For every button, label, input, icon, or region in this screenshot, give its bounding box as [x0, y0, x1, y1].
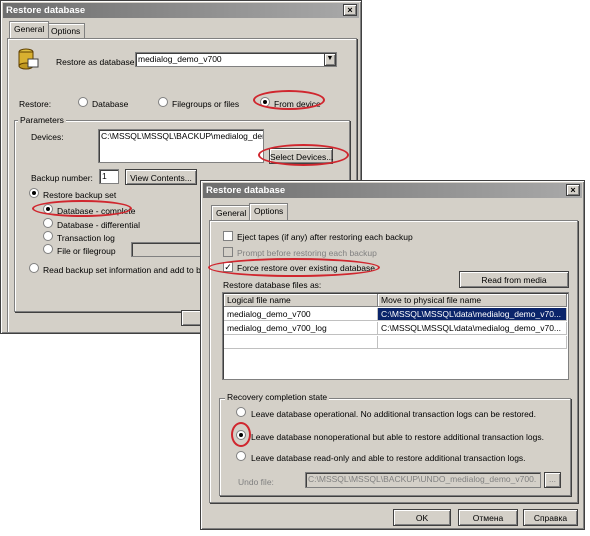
restore-filegroups-label: Filegroups or files [172, 99, 240, 109]
table-row-1-logical[interactable]: medialog_demo_v700 [224, 308, 378, 321]
restore-label: Restore: [19, 99, 52, 109]
file-or-filegroup-field[interactable] [131, 242, 207, 257]
back-tab-options[interactable]: Options [46, 23, 86, 38]
front-tab-general-label: General [216, 208, 247, 218]
annotation-circle-force-restore [208, 258, 380, 277]
row-2-physical-text: C:\MSSQL\MSSQL\data\medialog_demo_v70... [381, 323, 562, 333]
view-contents-button[interactable]: View Contents... [125, 169, 197, 185]
restore-as-combo[interactable]: medialog_demo_v700 [135, 52, 337, 67]
devices-label: Devices: [31, 132, 64, 142]
front-dialog-title: Restore database [206, 185, 286, 196]
recovery-operational-radio[interactable] [236, 407, 246, 417]
grid-header-physical-label: Move to physical file name [381, 295, 482, 305]
file-or-filegroup-label: File or filegroup [57, 246, 116, 256]
recovery-operational-label: Leave database operational. No additiona… [251, 409, 536, 419]
restore-backup-set-radio[interactable] [29, 188, 39, 198]
back-tab-options-label: Options [51, 26, 81, 36]
undo-browse-label: ... [548, 474, 557, 484]
ok-button[interactable]: OK [393, 509, 451, 526]
table-row-1-physical[interactable]: C:\MSSQL\MSSQL\data\medialog_demo_v70... [378, 308, 567, 321]
recovery-nonoperational-label: Leave database nonoperational but able t… [251, 432, 544, 442]
transaction-log-label: Transaction log [57, 233, 115, 243]
restore-filegroups-radio[interactable] [158, 97, 168, 107]
back-close-icon[interactable]: × [343, 4, 357, 16]
annotation-circle-select-devices [258, 144, 349, 166]
help-label: Справка [533, 513, 568, 523]
table-row-empty-2 [378, 336, 567, 349]
transaction-log-radio[interactable] [43, 231, 53, 241]
restore-database-label: Database [92, 99, 129, 109]
table-row-2-logical[interactable]: medialog_demo_v700_log [224, 322, 378, 335]
grid-header-logical-label: Logical file name [227, 295, 291, 305]
backup-number-label: Backup number: [31, 173, 93, 183]
front-tab-options[interactable]: Options [249, 203, 289, 220]
row-1-physical-text: C:\MSSQL\MSSQL\data\medialog_demo_v70... [381, 309, 562, 319]
row-1-logical-text: medialog_demo_v700 [227, 309, 311, 319]
devices-value: C:\MSSQL\MSSQL\BACKUP\medialog_demo [101, 131, 264, 141]
backup-number-field[interactable]: 1 [99, 169, 119, 184]
back-tab-general[interactable]: General [9, 21, 50, 38]
file-or-filegroup-radio[interactable] [43, 244, 53, 254]
devices-list[interactable]: C:\MSSQL\MSSQL\BACKUP\medialog_demo [98, 129, 264, 163]
eject-tapes-label: Eject tapes (if any) after restoring eac… [237, 232, 413, 242]
back-dialog-title: Restore database [6, 5, 86, 16]
undo-file-label: Undo file: [238, 477, 274, 487]
cancel-button[interactable]: Отмена [458, 509, 518, 526]
front-tab-general[interactable]: General [211, 205, 252, 220]
parameters-label: Parameters [18, 115, 66, 125]
database-differential-label: Database - differential [57, 220, 141, 230]
row-2-logical-text: medialog_demo_v700_log [227, 323, 327, 333]
recovery-readonly-radio[interactable] [236, 451, 246, 461]
table-row-2-physical[interactable]: C:\MSSQL\MSSQL\data\medialog_demo_v70... [378, 322, 567, 335]
cancel-label: Отмена [472, 513, 504, 523]
restore-files-as-label: Restore database files as: [223, 280, 322, 290]
prompt-before-restore-checkbox[interactable] [223, 247, 233, 257]
restore-as-value: medialog_demo_v700 [138, 54, 222, 64]
backup-number-value: 1 [102, 171, 107, 181]
back-dialog-titlebar: Restore database × [3, 3, 359, 18]
grid-header-logical[interactable]: Logical file name [224, 294, 378, 307]
annotation-circle-nonoperational [231, 422, 251, 447]
restore-database-radio[interactable] [78, 97, 88, 107]
database-icon [18, 48, 39, 70]
restore-as-label: Restore as database: [56, 57, 137, 67]
file-mapping-grid[interactable]: Logical file name Move to physical file … [222, 292, 569, 380]
undo-browse-button[interactable]: ... [544, 472, 561, 488]
eject-tapes-checkbox[interactable] [223, 231, 233, 241]
help-button[interactable]: Справка [523, 509, 578, 526]
table-row-empty [224, 336, 378, 349]
back-tab-general-label: General [14, 24, 45, 34]
read-backup-set-radio[interactable] [29, 263, 39, 273]
undo-file-field[interactable]: C:\MSSQL\MSSQL\BACKUP\UNDO_medialog_demo… [305, 472, 541, 488]
front-tab-options-label: Options [254, 206, 284, 216]
database-differential-radio[interactable] [43, 218, 53, 228]
read-from-media-label: Read from media [481, 275, 547, 285]
grid-header-physical[interactable]: Move to physical file name [378, 294, 567, 307]
front-restore-dialog: Restore database × General Options Eject… [200, 180, 585, 530]
ok-label: OK [415, 513, 429, 523]
annotation-circle-database-complete [32, 200, 132, 217]
annotation-circle-from-device [253, 90, 325, 110]
recovery-label: Recovery completion state [225, 392, 330, 402]
recovery-readonly-label: Leave database read-only and able to res… [251, 453, 526, 463]
view-contents-label: View Contents... [130, 173, 192, 183]
front-dialog-titlebar: Restore database × [203, 183, 582, 198]
read-from-media-button[interactable]: Read from media [459, 271, 569, 288]
restore-as-dropdown-icon[interactable]: ▼ [324, 53, 336, 66]
restore-backup-set-label: Restore backup set [43, 190, 117, 200]
prompt-before-restore-label: Prompt before restoring each backup [237, 248, 377, 258]
undo-file-value: C:\MSSQL\MSSQL\BACKUP\UNDO_medialog_demo… [308, 474, 537, 484]
front-close-icon[interactable]: × [566, 184, 580, 196]
read-backup-set-label: Read backup set information and add to b… [43, 265, 224, 275]
